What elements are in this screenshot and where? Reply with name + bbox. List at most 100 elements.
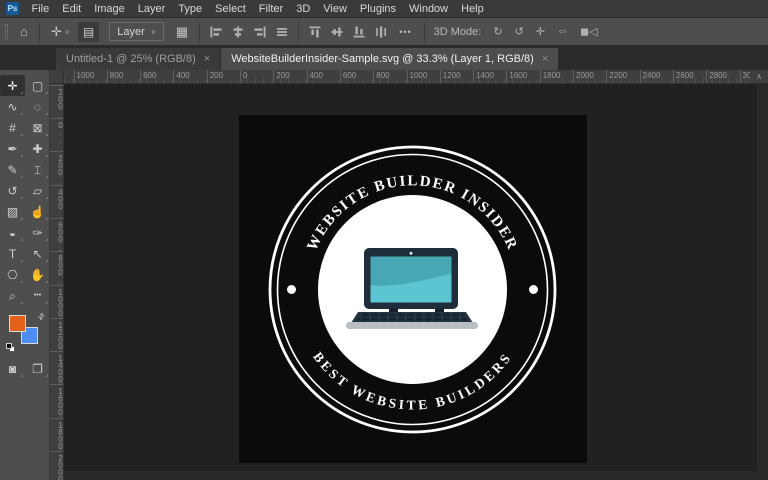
close-icon[interactable]: × [204,53,210,65]
h-ruler-label: 3000 [740,70,751,84]
gradient-icon: ▨ [7,206,18,218]
menu-item-help[interactable]: Help [455,0,491,18]
tool-healing-brush[interactable]: ✚ [25,138,50,159]
home-icon[interactable]: ⌂ [14,18,34,45]
h-ruler-label: 600 [140,70,156,84]
align-top-icon[interactable] [308,25,322,39]
3d-pan-icon[interactable]: ✛ [530,25,551,38]
foreground-color-swatch[interactable] [9,315,26,332]
tab-websitebuilderinsider-sample[interactable]: WebsiteBuilderInsider-Sample.svg @ 33.3%… [221,48,558,70]
h-ruler-label: 2000 [573,70,594,84]
v-ruler-label: 1400 [50,351,64,382]
h-ruler-label: 800 [107,70,123,84]
tool-crop[interactable]: # [0,117,25,138]
align-right-icon[interactable] [253,25,267,39]
tool-edit-toolbar[interactable]: ••• [25,285,50,306]
align-bottom-icon[interactable] [352,25,366,39]
tool-pen[interactable]: ✑ [25,222,50,243]
tool-dodge[interactable]: ◒ [0,222,25,243]
badge-left-dot [287,285,296,294]
horizontal-scrollbar[interactable] [64,471,757,480]
tool-hand[interactable]: ✋ [25,264,50,285]
menu-item-layer[interactable]: Layer [131,0,172,18]
tool-screen-mode[interactable]: ❐ [25,358,50,379]
align-middle-vertical-icon[interactable] [330,25,344,39]
more-options-icon[interactable]: ••• [392,27,418,37]
scroll-up-arrow[interactable]: ∧ [750,70,768,84]
swap-colors-icon[interactable]: ⇄ [36,311,47,322]
tool-eyedropper[interactable]: ✒ [0,138,25,159]
tool-brush[interactable]: ✎ [0,159,25,180]
distribute-vertical-icon[interactable] [374,25,388,39]
tool-type[interactable]: T [0,243,25,264]
quick-selection-icon: ◌ [34,101,41,113]
edit-toolbar-icon: ••• [34,292,41,299]
v-ruler-label: 0 [50,118,64,128]
v-ruler-label: 1000 [50,285,64,316]
tool-eraser[interactable]: ▱ [25,180,50,201]
menu-item-image[interactable]: Image [88,0,132,18]
tool-frame[interactable]: ⊠ [25,117,50,138]
h-ruler-label: 2400 [640,70,661,84]
chevron-down-icon[interactable]: ∨ [65,28,70,36]
frame-icon: ⊠ [32,122,42,134]
tool-marquee[interactable]: ▢ [25,75,50,96]
canvas-pasteboard[interactable]: WEBSITE BUILDER INSIDER BEST WEBSITE BUI… [64,84,768,480]
menu-item-filter[interactable]: Filter [252,0,289,18]
3d-camera-icon[interactable]: ◼◁ [574,25,604,38]
tool-shape[interactable]: ⎔ [0,264,25,285]
tool-path-selection[interactable]: ↖ [25,243,50,264]
menu-item-file[interactable]: File [25,0,56,18]
align-left-icon[interactable] [209,25,223,39]
tab-untitled-1[interactable]: Untitled-1 @ 25% (RGB/8) × [56,48,221,70]
mode-3d-label: 3D Mode: [434,26,482,38]
logo-badge-artwork: WEBSITE BUILDER INSIDER BEST WEBSITE BUI… [239,115,587,463]
tool-gradient[interactable]: ▨ [0,201,25,222]
laptop-webcam [410,252,413,255]
tool-lasso[interactable]: ∿ [0,96,25,117]
options-bar-grip[interactable] [5,24,8,40]
tool-clone-stamp[interactable]: ⌶ [25,159,50,180]
auto-select-layer-dropdown[interactable]: Layer ∨ [109,22,164,41]
h-ruler-label: 600 [340,70,356,84]
h-ruler-label: 200 [273,70,289,84]
tool-quick-selection[interactable]: ◌ [25,96,50,117]
tool-quick-mask[interactable]: ◙ [0,358,25,379]
menu-item-plugins[interactable]: Plugins [353,0,402,18]
auto-select-icon[interactable]: ▤ [78,22,99,42]
photoshop-window: Ps FileEditImageLayerTypeSelectFilter3DV… [0,0,768,480]
clone-stamp-icon: ⌶ [34,164,41,176]
menu-item-type[interactable]: Type [172,0,209,18]
vertical-scrollbar[interactable] [757,84,768,480]
align-center-horizontal-icon[interactable] [231,25,245,39]
tool-move[interactable]: ✛ [0,75,25,96]
default-colors-icon[interactable] [6,343,15,352]
tool-history-brush[interactable]: ↺ [0,180,25,201]
menu-item-view[interactable]: View [317,0,354,18]
horizontal-ruler[interactable]: 1000800600400200020040060080010001200140… [64,70,750,84]
marquee-icon: ▢ [32,80,43,92]
menu-item-3d[interactable]: 3D [290,0,317,18]
ruler-corner[interactable] [50,70,64,84]
menu-item-window[interactable]: Window [403,0,455,18]
vertical-ruler[interactable]: 2000200400600800100012001400160018002000 [50,84,64,480]
v-ruler-label: 1600 [50,384,64,415]
eyedropper-icon: ✒ [7,143,17,155]
tool-smudge[interactable]: ☝ [25,201,50,222]
h-ruler-label: 1400 [473,70,494,84]
distribute-horizontal-icon[interactable] [275,25,289,39]
3d-slide-icon[interactable]: ⇔ [551,25,574,38]
healing-brush-icon: ✚ [32,143,42,155]
3d-roll-icon[interactable]: ↺ [509,25,530,38]
tools-panel: ✛ ▢ ∿ ◌ # ⊠ ✒ ✚ ✎ ⌶ ↺▱ ▨ ☝◒✑T↖⎔✋⌕ ••• ⇄ ◙❐ [0,70,50,480]
3d-orbit-icon[interactable]: ↻ [487,25,508,38]
menu-item-select[interactable]: Select [209,0,253,18]
show-transform-controls-icon[interactable]: ▦ [170,18,194,45]
tab-title: Untitled-1 @ 25% (RGB/8) [66,53,196,65]
chevron-down-icon: ∨ [151,28,156,36]
tool-zoom[interactable]: ⌕ [0,285,25,306]
menu-item-edit[interactable]: Edit [56,0,88,18]
color-swatches: ⇄ [4,312,48,354]
close-icon[interactable]: × [542,53,548,65]
document-canvas[interactable]: WEBSITE BUILDER INSIDER BEST WEBSITE BUI… [239,115,587,463]
